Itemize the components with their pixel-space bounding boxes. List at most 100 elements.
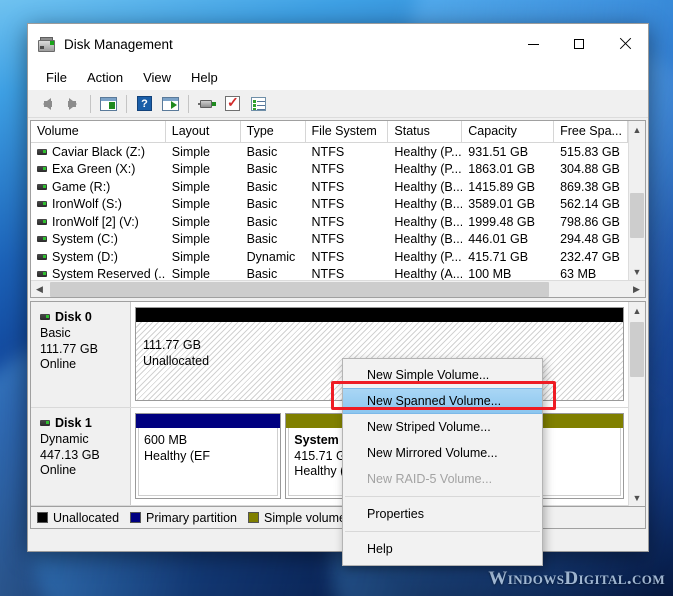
column-header-capacity[interactable]: Capacity [462,121,555,143]
scroll-down-icon[interactable]: ▼ [629,263,645,280]
cell-capacity: 3589.01 GB [468,197,535,212]
column-header-type[interactable]: Type [240,121,306,143]
cell-free: 63 MB [560,267,597,280]
rescan-disks-button[interactable] [194,92,219,116]
column-header-layout[interactable]: Layout [165,121,241,143]
legend-swatch [248,512,260,523]
minimize-icon [527,43,539,45]
minimize-button[interactable] [510,24,556,64]
scroll-thumb[interactable] [630,322,644,377]
table-row[interactable]: Game (R:) Simple Basic NTFS Healthy (B... 141… [31,178,628,196]
volume-list-vertical-scrollbar[interactable]: ▲ ▼ [628,121,645,280]
volume-icon [37,253,47,260]
menu-action[interactable]: Action [77,67,133,88]
column-header-file-system[interactable]: File System [305,121,389,143]
cell-volume: Exa Green (X:) [31,162,166,176]
menu-view[interactable]: View [133,67,181,88]
table-row[interactable]: System (C:) Simple Basic NTFS Healthy (B... 4… [31,231,628,249]
disk-name: Disk 0 [55,310,92,324]
all-tasks-button[interactable] [246,92,271,116]
scroll-track-horizontal[interactable] [48,281,628,298]
scroll-right-icon[interactable]: ▶ [628,281,645,298]
cell-layout: Simple [171,249,210,264]
table-row[interactable]: IronWolf [2] (V:) Simple Basic NTFS Healthy … [31,213,628,231]
cell-type: Basic [246,162,278,177]
volume-list-pane: Volume Layout Type File System Status Ca… [30,120,646,298]
rescan-disks-icon [197,98,216,110]
volume-icon [37,166,47,173]
menu-item-new-spanned-volume[interactable]: New Spanned Volume... [343,388,542,414]
cell-free: 869.38 GB [560,179,620,194]
cell-fs: NTFS [311,162,345,177]
scroll-track[interactable] [629,138,645,263]
partition-details: 600 MB Healthy (EF [138,428,279,496]
scroll-thumb[interactable] [630,193,644,238]
cell-type: Basic [246,214,278,229]
cell-layout: Simple [171,197,210,212]
cell-free: 562.14 GB [560,197,620,212]
cell-layout: Simple [171,162,210,177]
cell-text: Caviar Black (Z:) [52,144,146,159]
disk-capacity: 111.77 GB [40,341,98,356]
properties-button[interactable] [158,92,183,116]
refresh-button[interactable] [220,92,245,116]
menu-help[interactable]: Help [181,67,228,88]
maximize-icon [574,39,584,49]
cell-status: Healthy (P... [394,249,462,264]
cell-volume: Game (R:) [31,180,166,194]
cell-layout: Simple [171,214,210,229]
site-watermark: WindowsDigital.com [488,568,665,589]
legend-label: Simple volume [264,510,346,525]
scroll-left-icon[interactable]: ◀ [31,281,48,298]
menu-item-new-striped-volume[interactable]: New Striped Volume... [343,414,542,440]
column-header-volume[interactable]: Volume [31,121,166,143]
disk-info-disk-1[interactable]: Disk 1 Dynamic 447.13 GB Online [31,408,131,505]
column-header-free-space[interactable]: Free Spa... [554,121,628,143]
volume-icon [37,236,47,243]
scroll-down-icon[interactable]: ▼ [629,489,645,506]
volume-list-horizontal-scrollbar[interactable]: ◀ ▶ [31,280,645,297]
menu-item-properties[interactable]: Properties [343,501,542,527]
cell-type: Basic [246,197,278,212]
close-button[interactable] [602,24,648,64]
menu-item-help[interactable]: Help [343,536,542,562]
scroll-up-icon[interactable]: ▲ [629,121,645,138]
back-button[interactable] [34,92,59,116]
cell-layout: Simple [171,144,210,159]
help-button[interactable]: ? [132,92,157,116]
cell-fs: NTFS [311,179,345,194]
scroll-thumb-horizontal[interactable] [50,281,549,297]
toolbar-separator [90,94,91,113]
menu-item-new-mirrored-volume[interactable]: New Mirrored Volume... [343,440,542,466]
maximize-button[interactable] [556,24,602,64]
legend-label: Unallocated [53,510,120,525]
cell-type: Basic [246,267,278,280]
cell-text: Exa Green (X:) [52,162,136,177]
legend-swatch [130,512,142,523]
cell-volume: Caviar Black (Z:) [31,145,166,159]
column-header-status[interactable]: Status [388,121,463,143]
menu-item-new-simple-volume[interactable]: New Simple Volume... [343,362,542,388]
disk-pane-vertical-scrollbar[interactable]: ▲ ▼ [628,302,645,506]
menu-file[interactable]: File [36,67,77,88]
table-row[interactable]: Exa Green (X:) Simple Basic NTFS Healthy (P.… [31,161,628,179]
scroll-up-icon[interactable]: ▲ [629,302,645,319]
table-row[interactable]: IronWolf (S:) Simple Basic NTFS Healthy (B..… [31,196,628,214]
cell-status: Healthy (A... [394,267,463,280]
table-row[interactable]: System (D:) Simple Dynamic NTFS Healthy (P..… [31,248,628,266]
cell-capacity: 1863.01 GB [468,162,535,177]
cell-free: 232.47 GB [560,249,620,264]
disk-title: Disk 1 [40,416,130,430]
table-row[interactable]: Caviar Black (Z:) Simple Basic NTFS Healthy … [31,143,628,161]
table-row[interactable]: System Reserved (... Simple Basic NTFS Healt… [31,266,628,280]
forward-button[interactable] [60,92,85,116]
disk-capacity: 447.13 GB [40,447,100,462]
cell-fs: NTFS [311,232,345,247]
efi-partition[interactable]: 600 MB Healthy (EF [135,413,282,499]
toolbar-separator [188,94,189,113]
context-menu: New Simple Volume... New Spanned Volume..… [342,358,543,566]
scroll-track[interactable] [629,319,645,489]
disk-info-disk-0[interactable]: Disk 0 Basic 111.77 GB Online [31,302,131,407]
show-hide-tree-button[interactable] [96,92,121,116]
menubar: File Action View Help [28,64,648,90]
